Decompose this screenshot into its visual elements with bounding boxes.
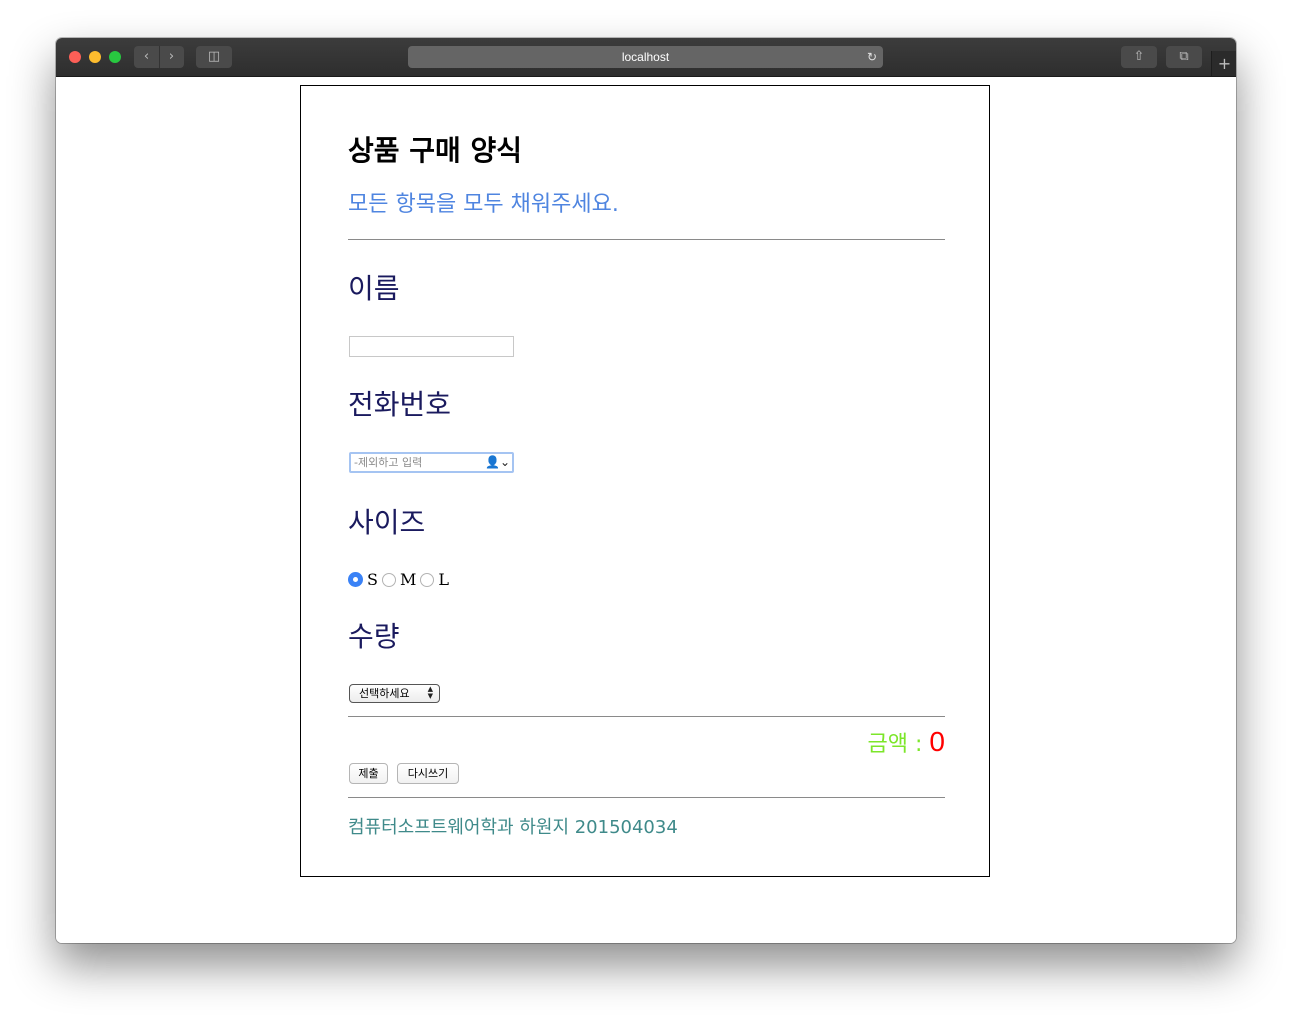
address-bar[interactable]: localhost ↻	[408, 46, 883, 68]
chevron-left-icon[interactable]: ‹	[135, 46, 160, 68]
price-label: 금액 :	[867, 732, 930, 757]
contact-autofill-icon[interactable]: 👤⌄	[482, 454, 510, 471]
reset-button[interactable]: 다시쓰기	[397, 763, 459, 784]
size-radio-l[interactable]	[420, 573, 435, 587]
zoom-window-button[interactable]	[109, 51, 121, 63]
share-icon: ⇧	[1133, 49, 1145, 64]
navigation-buttons: ‹ ›	[134, 46, 184, 68]
quantity-selected-value: 선택하세요	[359, 687, 410, 700]
close-window-button[interactable]	[69, 51, 81, 63]
divider-bottom	[348, 797, 945, 798]
size-label: 사이즈	[348, 506, 426, 539]
chevron-right-icon[interactable]: ›	[160, 46, 184, 68]
page-viewport: 상품 구매 양식 모든 항목을 모두 채워주세요. 이름 전화번호 👤⌄ 사이즈…	[56, 77, 1236, 943]
browser-window: ‹ › ◫ localhost ↻ ⇧ ⧉ + 상품 구매 양식 모든 항목을 모…	[56, 38, 1236, 943]
size-radio-m[interactable]	[381, 573, 396, 587]
reload-icon[interactable]: ↻	[867, 46, 877, 68]
browser-toolbar: ‹ › ◫ localhost ↻ ⇧ ⧉ +	[56, 38, 1236, 77]
name-input[interactable]	[349, 336, 514, 357]
price-display: 금액 : 0	[868, 726, 945, 758]
show-tabs-button[interactable]: ⧉	[1166, 46, 1202, 68]
size-option-label: S	[367, 570, 378, 589]
footer-credit: 컴퓨터소프트웨어학과 하원지 201504034	[348, 817, 678, 838]
quantity-select[interactable]: 선택하세요 ▲ ▼	[349, 684, 440, 703]
tabs-icon: ⧉	[1179, 49, 1189, 64]
size-radio-s[interactable]	[348, 572, 363, 587]
phone-label: 전화번호	[348, 388, 452, 421]
name-label: 이름	[348, 272, 400, 305]
submit-button[interactable]: 제출	[349, 763, 388, 784]
price-value: 0	[929, 726, 945, 757]
share-button[interactable]: ⇧	[1121, 46, 1157, 68]
page-title: 상품 구매 양식	[348, 134, 523, 167]
select-arrows-icon: ▲ ▼	[427, 685, 433, 700]
size-option-label: L	[438, 570, 449, 589]
divider-middle	[348, 716, 945, 717]
form-subtitle: 모든 항목을 모두 채워주세요.	[348, 192, 619, 217]
purchase-form: 상품 구매 양식 모든 항목을 모두 채워주세요. 이름 전화번호 👤⌄ 사이즈…	[300, 85, 990, 877]
url-text: localhost	[621, 50, 670, 64]
divider-top	[348, 239, 945, 240]
sidebar-icon: ◫	[207, 49, 221, 64]
minimize-window-button[interactable]	[89, 51, 101, 63]
size-radio-group: SML	[348, 570, 453, 592]
sidebar-toggle-button[interactable]: ◫	[196, 46, 232, 68]
size-option-label: M	[399, 570, 417, 589]
quantity-label: 수량	[348, 620, 400, 653]
new-tab-button[interactable]: +	[1211, 51, 1236, 76]
